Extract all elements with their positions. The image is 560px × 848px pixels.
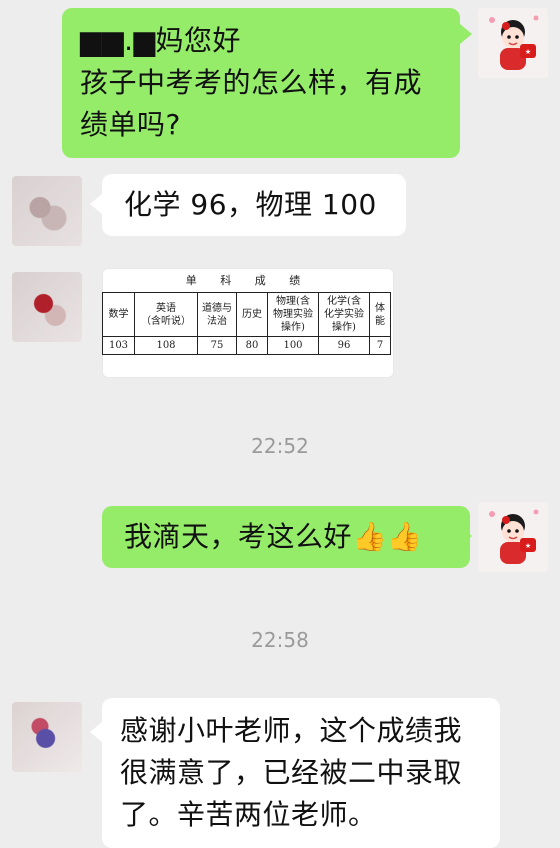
- message-bubble[interactable]: 化学 96，物理 100: [102, 174, 406, 236]
- score-header-row: 数学 英语 （含听说） 道德与 法治 历史 物理(含 物理实验 操作) 化学(含…: [102, 292, 391, 337]
- message-bubble[interactable]: 感谢小叶老师，这个成绩我 很满意了，已经被二中录取 了。辛苦两位老师。: [102, 698, 500, 848]
- timestamp: 22:52: [251, 434, 309, 458]
- teacher-avatar-icon: ★: [478, 8, 548, 78]
- timestamp: 22:58: [251, 628, 309, 652]
- score-title: 单 科 成 绩: [185, 274, 311, 287]
- message-text: 化学 96，物理 100: [124, 188, 377, 221]
- score-header: 体 能: [369, 292, 391, 337]
- score-header: 历史: [236, 292, 268, 337]
- score-value: 80: [236, 336, 268, 355]
- message-text: 我滴天，考这么好👍👍: [124, 520, 423, 553]
- bubble-tail: [90, 722, 102, 742]
- svg-text:★: ★: [525, 48, 531, 56]
- teacher-avatar-icon: ★: [478, 502, 548, 572]
- score-value: 7: [369, 336, 391, 355]
- parent-avatar[interactable]: [12, 176, 82, 246]
- score-header: 道德与 法治: [197, 292, 237, 337]
- teacher-avatar[interactable]: ★: [478, 502, 548, 572]
- svg-text:★: ★: [525, 542, 531, 550]
- score-table: 数学 英语 （含听说） 道德与 法治 历史 物理(含 物理实验 操作) 化学(含…: [102, 292, 391, 355]
- score-value: 75: [197, 336, 237, 355]
- parent-avatar[interactable]: [12, 272, 82, 342]
- message-line: 绩单吗?: [80, 108, 181, 141]
- bubble-tail: [90, 194, 102, 214]
- message-bubble[interactable]: 我滴天，考这么好👍👍: [102, 506, 470, 568]
- message-line: 了。辛苦两位老师。: [120, 798, 377, 831]
- score-header: 化学(含 化学实验 操作): [318, 292, 370, 337]
- score-sheet: 单 科 成 绩 数学 英语 （含听说） 道德与 法治 历史 物理(含 物理实验 …: [102, 268, 394, 378]
- score-header: 英语 （含听说）: [134, 292, 198, 337]
- message-bubble[interactable]: ▆▆.▆妈您好 孩子中考考的怎么样，有成 绩单吗?: [62, 8, 460, 158]
- score-value: 103: [102, 336, 135, 355]
- score-header: 物理(含 物理实验 操作): [267, 292, 319, 337]
- message-line: 感谢小叶老师，这个成绩我: [120, 714, 463, 747]
- score-image[interactable]: 单 科 成 绩 数学 英语 （含听说） 道德与 法治 历史 物理(含 物理实验 …: [102, 268, 394, 378]
- score-value: 96: [318, 336, 370, 355]
- parent-avatar[interactable]: [12, 702, 82, 772]
- score-header: 数学: [102, 292, 135, 337]
- score-value-row: 103 108 75 80 100 96 7: [102, 336, 391, 355]
- message-line: 孩子中考考的怎么样，有成: [80, 66, 423, 99]
- bubble-tail: [460, 24, 472, 44]
- teacher-avatar[interactable]: ★: [478, 8, 548, 78]
- score-value: 108: [134, 336, 198, 355]
- score-value: 100: [267, 336, 319, 355]
- message-line: ▆▆.▆妈您好: [80, 24, 242, 57]
- message-line: 很满意了，已经被二中录取: [120, 756, 463, 789]
